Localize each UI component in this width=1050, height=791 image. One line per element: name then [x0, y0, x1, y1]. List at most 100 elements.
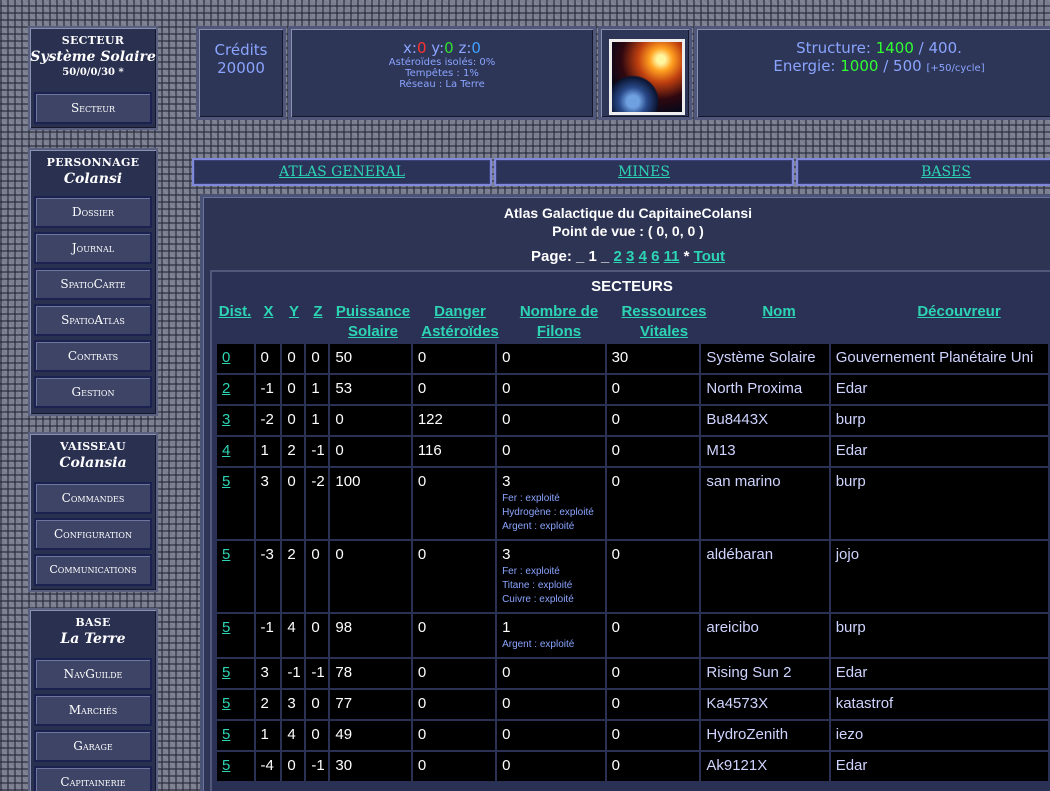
cell-nom: Système Solaire [699, 342, 831, 375]
col-dist-header[interactable]: Dist. [215, 302, 255, 322]
cell-filons: 3 Fer : exploité Hydrogène : exploité Argen… [495, 466, 607, 541]
cell-y: 0 [280, 342, 307, 375]
cell-dist[interactable]: 3 [215, 404, 256, 437]
sidebar-item-spatiocarte[interactable]: SpatioCarte [34, 268, 152, 300]
sidebar-item-gestion[interactable]: Gestion [34, 376, 152, 408]
cell-dist[interactable]: 5 [215, 612, 256, 659]
cell-dist[interactable]: 5 [215, 688, 256, 721]
cell-dist[interactable]: 2 [215, 373, 256, 406]
x-coord: 0 [416, 39, 427, 57]
sidebar-item-secteur[interactable]: Secteur [34, 92, 152, 124]
structure-status: Structure: 1400 / 400. [796, 39, 962, 57]
cell-puissance: 98 [328, 612, 413, 659]
cell-x: -4 [253, 750, 283, 783]
cell-y: 2 [280, 539, 307, 614]
col-filons-header[interactable]: Nombre de Filons [504, 302, 614, 342]
page-link[interactable]: 2 [614, 248, 622, 265]
cell-decouvreur: jojo [828, 539, 1050, 614]
cell-danger: 116 [410, 435, 498, 468]
vaisseau-category: VAISSEAU [60, 440, 126, 453]
col-x-header[interactable]: X [255, 302, 282, 322]
col-ressources-header[interactable]: Ressources Vitales [614, 302, 714, 342]
tab-mines[interactable]: MINES [494, 158, 794, 186]
vaisseau-panel: VAISSEAU Colansia Commandes Configuratio… [28, 432, 158, 592]
cell-x: -1 [253, 373, 283, 406]
page-link[interactable]: 3 [626, 248, 634, 265]
col-nom-header[interactable]: Nom [714, 302, 844, 322]
cell-danger: 122 [410, 404, 498, 437]
cell-nom: HydroZenith [699, 719, 831, 752]
col-y-header[interactable]: Y [282, 302, 306, 322]
cell-z: 0 [304, 719, 331, 752]
atlas-pov: Point de vue : ( 0, 0, 0 ) [552, 223, 704, 239]
sidebar-item-garage[interactable]: Garage [34, 730, 152, 762]
cell-ressources: 0 [604, 373, 702, 406]
network-info: Réseau : La Terre [399, 79, 485, 90]
cell-dist[interactable]: 5 [215, 719, 256, 752]
cell-danger: 0 [410, 612, 498, 659]
cell-ressources: 0 [604, 612, 702, 659]
cell-nom: Rising Sun 2 [699, 657, 831, 690]
y-coord: 0 [444, 39, 454, 57]
cell-dist[interactable]: 5 [215, 539, 256, 614]
cell-dist[interactable]: 4 [215, 435, 256, 468]
page-link[interactable]: 4 [639, 248, 647, 265]
cell-puissance: 100 [328, 466, 413, 541]
sidebar-item-commandes[interactable]: Commandes [34, 482, 152, 514]
page-link[interactable]: 11 [664, 248, 680, 265]
tab-atlas-general[interactable]: ATLAS GENERAL [192, 158, 492, 186]
cell-y: 0 [280, 466, 307, 541]
cell-ressources: 0 [604, 435, 702, 468]
cell-dist[interactable]: 5 [215, 466, 256, 541]
cell-dist[interactable]: 5 [215, 750, 256, 783]
sidebar-item-contrats[interactable]: Contrats [34, 340, 152, 372]
credits-label: Crédits [214, 41, 268, 59]
sidebar-item-dossier[interactable]: Dossier [34, 196, 152, 228]
page-all-link[interactable]: Tout [694, 248, 725, 265]
col-decouvreur-header[interactable]: Découvreur [844, 302, 1050, 322]
cell-danger: 0 [410, 373, 498, 406]
sidebar-item-communications[interactable]: Communications [34, 554, 152, 586]
tab-bases[interactable]: BASES [796, 158, 1050, 186]
page-link[interactable]: 6 [651, 248, 659, 265]
cell-z: 0 [304, 688, 331, 721]
sidebar-item-spatioatlas[interactable]: SpatioAtlas [34, 304, 152, 336]
personnage-panel: PERSONNAGE Colansi Dossier Journal Spati… [28, 148, 158, 416]
sidebar-item-marches[interactable]: Marchés [34, 694, 152, 726]
personnage-category: PERSONNAGE [46, 156, 140, 169]
cell-ressources: 0 [604, 539, 702, 614]
col-danger-header[interactable]: Danger Astéroïdes [416, 302, 504, 342]
planet-image [609, 39, 685, 115]
col-z-header[interactable]: Z [306, 302, 330, 322]
cell-x: 1 [253, 719, 283, 752]
table-row: 4 1 2 -1 0 116 0 0 M13 Edar [215, 435, 1050, 468]
sidebar-item-capitainerie[interactable]: Capitainerie [34, 766, 152, 791]
cell-filons: 0 [495, 688, 607, 721]
energy-status: Energie: 1000 / 500 [+50/cycle] [773, 57, 985, 75]
cell-danger: 0 [410, 466, 498, 541]
cell-dist[interactable]: 5 [215, 657, 256, 690]
cell-y: 2 [280, 435, 307, 468]
table-row: 5 -1 4 0 98 0 1 Argent : exploité 0 areicibo burp [215, 612, 1050, 659]
cell-filons: 3 Fer : exploité Titane : exploité Cuivre :… [495, 539, 607, 614]
cell-x: 2 [253, 688, 283, 721]
cell-dist[interactable]: 0 [215, 342, 256, 375]
cell-y: 4 [280, 612, 307, 659]
sidebar-item-configuration[interactable]: Configuration [34, 518, 152, 550]
sector-category: SECTEUR [61, 34, 125, 47]
structure-value: 1400 [875, 39, 914, 57]
table-row: 0 0 0 0 50 0 0 30 Système Solaire Gouvernement Pl… [215, 342, 1050, 375]
cell-decouvreur: katastrof [828, 688, 1050, 721]
cell-x: -2 [253, 404, 283, 437]
sectors-title: SECTEURS [591, 278, 673, 295]
cell-decouvreur: burp [828, 404, 1050, 437]
sidebar-item-journal[interactable]: Journal [34, 232, 152, 264]
sector-panel: SECTEUR Système Solaire 50/0/0/30 * Sect… [28, 26, 158, 130]
cell-puissance: 30 [328, 750, 413, 783]
sidebar-item-navguilde[interactable]: NavGuilde [34, 658, 152, 690]
cell-danger: 0 [410, 719, 498, 752]
col-puissance-header[interactable]: Puissance Solaire [330, 302, 416, 342]
base-panel: BASE La Terre NavGuilde Marchés Garage C… [28, 608, 158, 791]
cell-x: 0 [253, 342, 283, 375]
cell-filons: 0 [495, 373, 607, 406]
